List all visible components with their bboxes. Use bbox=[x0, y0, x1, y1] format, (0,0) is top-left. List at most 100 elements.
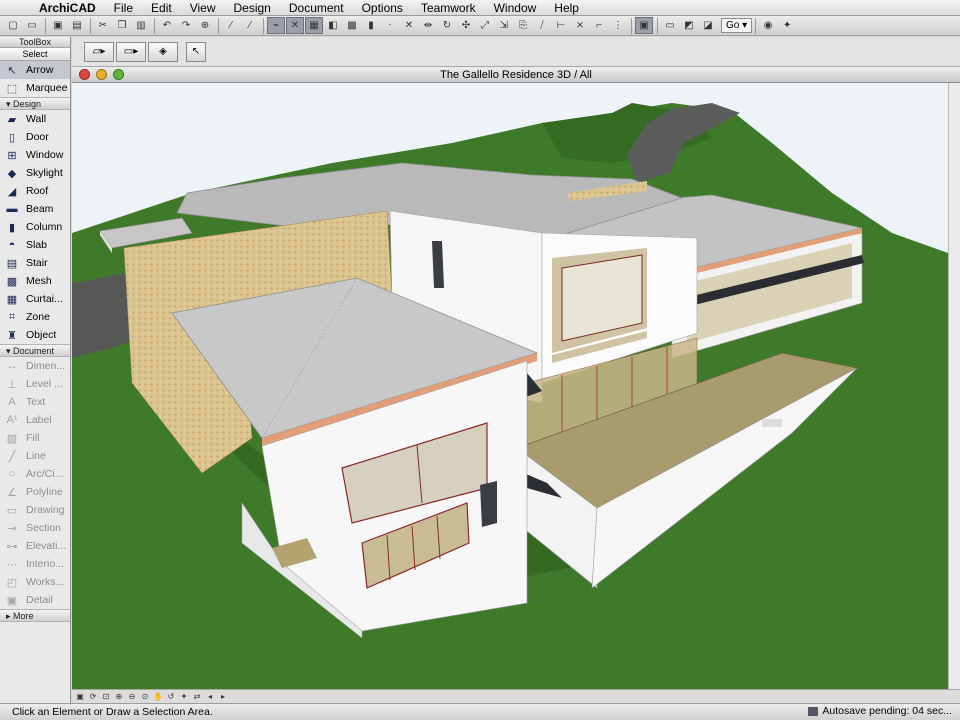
minimize-window-button[interactable] bbox=[96, 69, 107, 80]
stretch-icon[interactable]: ⤢ bbox=[476, 17, 494, 34]
navigator-icon[interactable]: ◉ bbox=[759, 17, 777, 34]
tool-dimension[interactable]: ↔ Dimen... bbox=[0, 357, 70, 375]
menu-view[interactable]: View bbox=[181, 0, 225, 16]
walk-icon[interactable]: ✦ bbox=[178, 691, 190, 702]
floor-plan-icon[interactable]: ▭ bbox=[661, 17, 679, 34]
tool-stair[interactable]: ▤ Stair bbox=[0, 254, 70, 272]
intersect-icon[interactable]: ⨯ bbox=[571, 17, 589, 34]
mirror-icon[interactable]: ⇹ bbox=[419, 17, 437, 34]
tool-marquee[interactable]: ⬚ Marquee bbox=[0, 79, 70, 97]
tool-label[interactable]: A¹ Label bbox=[0, 411, 70, 429]
tool-roof[interactable]: ◢ Roof bbox=[0, 182, 70, 200]
new-file-icon[interactable]: ▢ bbox=[4, 17, 22, 34]
marquee-method-icon[interactable]: ▭▸ bbox=[116, 41, 146, 62]
tool-line[interactable]: ╱ Line bbox=[0, 447, 70, 465]
tool-polyline[interactable]: ∠ Polyline bbox=[0, 483, 70, 501]
redo-icon[interactable]: ↷ bbox=[177, 17, 195, 34]
menu-help[interactable]: Help bbox=[545, 0, 588, 16]
close-x-icon[interactable]: ✕ bbox=[400, 17, 418, 34]
array-icon[interactable]: ⋮ bbox=[609, 17, 627, 34]
menu-window[interactable]: Window bbox=[485, 0, 546, 16]
toolbox-group-more[interactable]: ▸ More bbox=[0, 609, 70, 622]
rotated-marquee-icon[interactable]: ◈ bbox=[148, 41, 178, 62]
toolbox-group-document[interactable]: ▾ Document bbox=[0, 344, 70, 357]
close-window-button[interactable] bbox=[79, 69, 90, 80]
tool-zone[interactable]: ⌗ Zone bbox=[0, 308, 70, 326]
rotate-icon[interactable]: ↻ bbox=[438, 17, 456, 34]
cut-icon[interactable]: ✂ bbox=[94, 17, 112, 34]
tool-window[interactable]: ⊞ Window bbox=[0, 146, 70, 164]
tool-arc[interactable]: ○ Arc/Ci... bbox=[0, 465, 70, 483]
zoom-in-icon[interactable]: ⊕ bbox=[113, 691, 125, 702]
3d-window-icon[interactable]: ▣ bbox=[635, 17, 653, 34]
selection-method-icon[interactable]: ▱▸ bbox=[84, 41, 114, 62]
fly-icon[interactable]: ⇄ bbox=[191, 691, 203, 702]
orbit-icon[interactable]: ⟳ bbox=[87, 691, 99, 702]
menu-teamwork[interactable]: Teamwork bbox=[412, 0, 485, 16]
3d-viewport[interactable] bbox=[72, 83, 948, 689]
menu-design[interactable]: Design bbox=[225, 0, 280, 16]
go-dropdown[interactable]: Go ▾ bbox=[721, 18, 753, 33]
previous-view-icon[interactable]: ◂ bbox=[204, 691, 216, 702]
tool-beam[interactable]: ▬ Beam bbox=[0, 200, 70, 218]
tool-column[interactable]: ▮ Column bbox=[0, 218, 70, 236]
undo-icon[interactable]: ↶ bbox=[158, 17, 176, 34]
tool-skylight[interactable]: ◆ Skylight bbox=[0, 164, 70, 182]
tool-curtain-wall[interactable]: ▦ Curtai... bbox=[0, 290, 70, 308]
zoom-icon[interactable]: ⊕ bbox=[196, 17, 214, 34]
zoom-fit-icon[interactable]: ⊙ bbox=[139, 691, 151, 702]
resize-icon[interactable]: ⇲ bbox=[495, 17, 513, 34]
menu-app-name[interactable]: ArchiCAD bbox=[30, 0, 105, 16]
elevation-view-icon[interactable]: ◪ bbox=[699, 17, 717, 34]
tool-drawing[interactable]: ▭ Drawing bbox=[0, 501, 70, 519]
view-3d-icon[interactable]: ▣ bbox=[74, 691, 86, 702]
menu-edit[interactable]: Edit bbox=[142, 0, 181, 16]
menu-file[interactable]: File bbox=[105, 0, 142, 16]
explore-icon[interactable]: ⊡ bbox=[100, 691, 112, 702]
hotspot-icon[interactable]: ⋅ bbox=[381, 17, 399, 34]
tool-elevation[interactable]: ⊶ Elevati... bbox=[0, 537, 70, 555]
offset-icon[interactable]: ⎘ bbox=[514, 17, 532, 34]
open-folder-icon[interactable]: ▭ bbox=[23, 17, 41, 34]
trace-icon[interactable]: ✕ bbox=[286, 17, 304, 34]
rotate-view-icon[interactable]: ↺ bbox=[165, 691, 177, 702]
split-icon[interactable]: ⧸ bbox=[533, 17, 551, 34]
inject-icon[interactable]: ⁄ bbox=[241, 17, 259, 34]
zoom-out-icon[interactable]: ⊖ bbox=[126, 691, 138, 702]
snap-icon[interactable]: ◧ bbox=[324, 17, 342, 34]
section-view-icon[interactable]: ◩ bbox=[680, 17, 698, 34]
tool-detail[interactable]: ▣ Detail bbox=[0, 591, 70, 609]
menu-document[interactable]: Document bbox=[280, 0, 353, 16]
fillet-icon[interactable]: ⌐ bbox=[590, 17, 608, 34]
zoom-window-button[interactable] bbox=[113, 69, 124, 80]
tool-worksheet[interactable]: ◰ Works... bbox=[0, 573, 70, 591]
tool-arrow[interactable]: ↖ Arrow bbox=[0, 61, 70, 79]
pointer-icon[interactable]: ↖ bbox=[186, 41, 206, 62]
toolbox-select-button[interactable]: Select bbox=[0, 48, 70, 61]
tool-text[interactable]: A Text bbox=[0, 393, 70, 411]
paste-icon[interactable]: ▥ bbox=[132, 17, 150, 34]
pick-up-icon[interactable]: ⁄ bbox=[222, 17, 240, 34]
guide-icon[interactable]: ▮ bbox=[362, 17, 380, 34]
tool-interior-elevation[interactable]: ⋯ Interio... bbox=[0, 555, 70, 573]
tool-door[interactable]: ▯ Door bbox=[0, 128, 70, 146]
next-view-icon[interactable]: ▸ bbox=[217, 691, 229, 702]
toolbox-group-design[interactable]: ▾ Design bbox=[0, 97, 70, 110]
menu-options[interactable]: Options bbox=[353, 0, 412, 16]
pan-hand-icon[interactable]: ✋ bbox=[152, 691, 164, 702]
vertical-scrollbar[interactable] bbox=[948, 83, 960, 689]
adjust-icon[interactable]: ⊢ bbox=[552, 17, 570, 34]
tool-mesh[interactable]: ▩ Mesh bbox=[0, 272, 70, 290]
tool-section[interactable]: ⊸ Section bbox=[0, 519, 70, 537]
save-icon[interactable]: ▣ bbox=[49, 17, 67, 34]
copy-icon[interactable]: ❐ bbox=[113, 17, 131, 34]
walk-person-icon[interactable]: ✦ bbox=[778, 17, 796, 34]
tool-slab[interactable]: ◓ Slab bbox=[0, 236, 70, 254]
gravity-icon[interactable]: ⌁ bbox=[267, 17, 285, 34]
tool-wall[interactable]: ▰ Wall bbox=[0, 110, 70, 128]
layout-view-icon[interactable]: ▦ bbox=[305, 17, 323, 34]
tool-object[interactable]: ♜ Object bbox=[0, 326, 70, 344]
move-icon[interactable]: ✣ bbox=[457, 17, 475, 34]
grid-icon[interactable]: ▩ bbox=[343, 17, 361, 34]
print-icon[interactable]: ▤ bbox=[68, 17, 86, 34]
